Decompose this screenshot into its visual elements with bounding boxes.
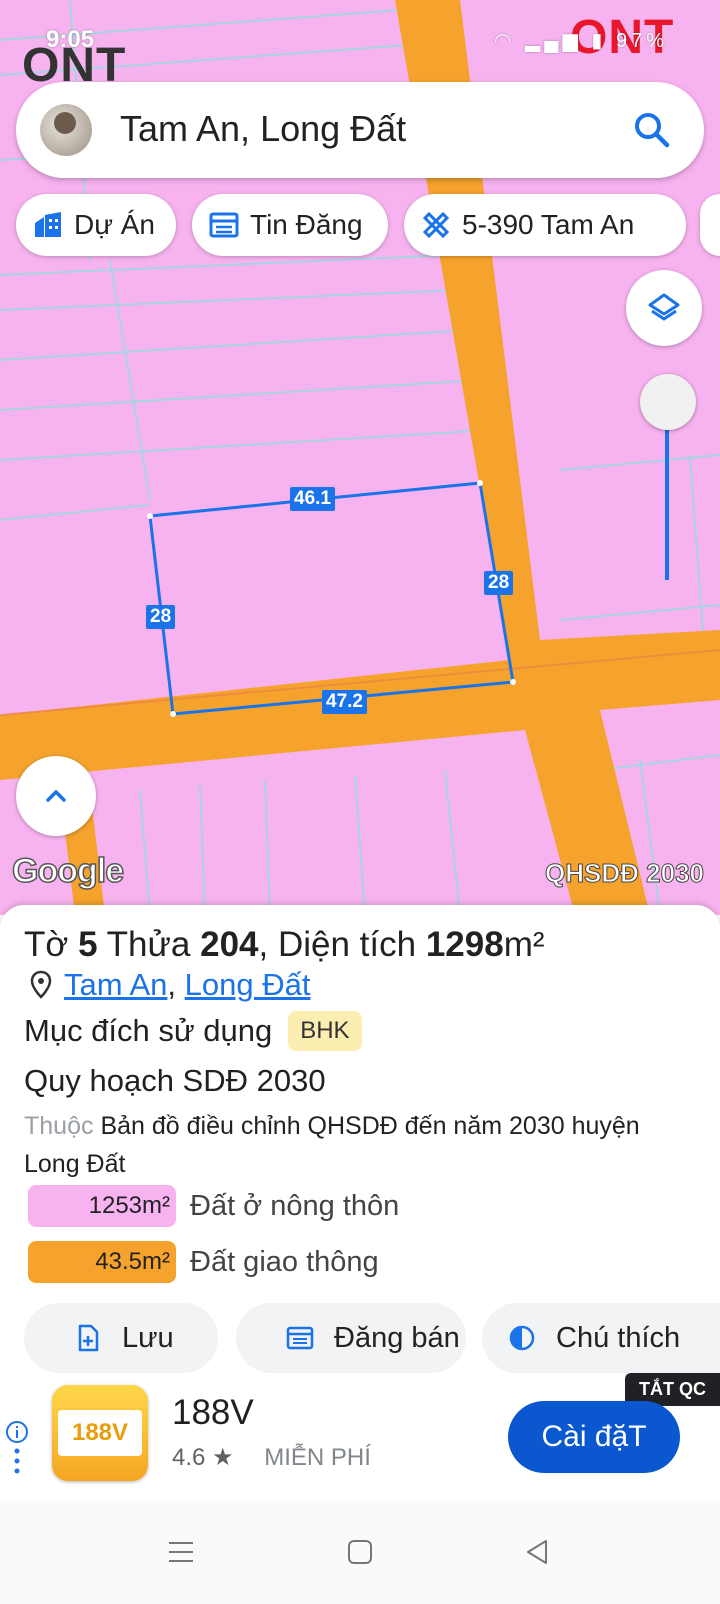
layers-icon	[648, 293, 680, 321]
chip-overflow[interactable]	[700, 194, 720, 256]
ad-info-icon[interactable]	[4, 1421, 30, 1477]
purpose-label: Mục đích sử dụng	[24, 1013, 273, 1048]
home-icon[interactable]	[345, 1537, 375, 1567]
plan-description-prefix: Thuộc	[24, 1112, 94, 1140]
avatar[interactable]	[40, 104, 92, 156]
opacity-slider-track[interactable]	[665, 420, 669, 580]
chip-label: 5-390 Tam An	[462, 209, 635, 240]
parcel-dimension-bottom: 47.2	[322, 690, 367, 714]
search-bar[interactable]: Tam An, Long Đất	[16, 82, 704, 178]
app-meta: 4.6 ★ MIỄN PHÍ	[172, 1443, 371, 1472]
legend-label: Chú thích	[556, 1321, 681, 1354]
plan-description-text: Bản đồ điều chỉnh QHSDĐ đến năm 2030 huy…	[24, 1112, 640, 1178]
back-icon[interactable]	[522, 1537, 552, 1567]
save-label: Lưu	[122, 1321, 174, 1354]
signal-icon: ▂▄▆	[524, 30, 582, 52]
search-input[interactable]: Tam An, Long Đất	[120, 108, 406, 150]
legend-button[interactable]: Chú thích	[482, 1303, 720, 1373]
plan-title: Quy hoạch SDĐ 2030	[24, 1063, 326, 1098]
district-link[interactable]: Long Đất	[185, 967, 311, 1003]
parcel-info-sheet: Tờ 5 Thửa 204, Diện tích 1298m² Tam An, …	[0, 905, 720, 1384]
chevron-up-icon	[46, 790, 66, 802]
parcel-dimension-top: 46.1	[290, 487, 335, 511]
post-listing-icon	[286, 1326, 314, 1350]
status-time: 9:05	[46, 26, 95, 53]
battery-icon: ▮	[591, 30, 607, 52]
area-unit: m²	[503, 925, 545, 964]
app-name: 188V	[172, 1393, 254, 1432]
map-plan-label: QHSDĐ 2030	[545, 858, 705, 889]
save-file-icon	[78, 1324, 99, 1352]
location-row: Tam An, Long Đất	[24, 967, 310, 1003]
wifi-icon: ◠	[493, 30, 516, 52]
legend-contrast-icon	[509, 1325, 535, 1351]
status-icons: ◠ ▂▄▆ ▮ 97%	[494, 28, 668, 53]
plan-description: Thuộc Bản đồ điều chỉnh QHSDĐ đến năm 20…	[24, 1107, 684, 1183]
layers-button[interactable]	[626, 270, 702, 346]
area-label: Đất ở nông thôn	[190, 1189, 400, 1222]
battery-level: 97%	[615, 30, 668, 52]
sheet-prefix: Tờ	[24, 925, 69, 964]
chip-parcel-code[interactable]: 5-390 Tam An	[404, 194, 686, 256]
app-icon[interactable]: 188V	[52, 1385, 148, 1481]
lot-number: 204	[200, 925, 259, 964]
area-prefix: , Diện tích	[258, 925, 417, 964]
map-view[interactable]: 46.1 28 47.2 28 ONT ONT 9:05 ◠ ▂▄▆ ▮ 97%…	[0, 0, 720, 915]
expand-sheet-button[interactable]	[16, 756, 96, 836]
parcel-dimension-right: 28	[484, 571, 514, 595]
area-value: 1298	[425, 925, 504, 964]
app-price: MIỄN PHÍ	[264, 1444, 371, 1471]
sheet-number: 5	[78, 925, 98, 964]
recent-apps-icon[interactable]	[166, 1537, 196, 1567]
system-nav-bar	[0, 1501, 720, 1604]
parcel-title: Tờ 5 Thửa 204, Diện tích 1298m²	[24, 925, 545, 965]
area-label: Đất giao thông	[190, 1245, 379, 1278]
save-button[interactable]: Lưu	[24, 1303, 218, 1373]
building-icon	[35, 212, 61, 237]
opacity-slider-thumb[interactable]	[640, 374, 696, 430]
post-sale-button[interactable]: Đăng bán	[236, 1303, 466, 1373]
chip-label: Tin Đăng	[250, 209, 363, 240]
google-logo: Google	[11, 851, 125, 891]
install-button[interactable]: Cài đặT	[508, 1401, 680, 1473]
lot-prefix: Thửa	[106, 925, 191, 964]
listing-icon	[209, 212, 239, 238]
area-swatch: 1253m²	[28, 1185, 176, 1227]
parcel-dimension-left: 28	[146, 605, 176, 629]
chip-tin-dang[interactable]: Tin Đăng	[192, 194, 388, 256]
area-row-residential: 1253m² Đất ở nông thôn	[28, 1183, 399, 1229]
app-rating: 4.6 ★	[172, 1444, 234, 1471]
location-pin-icon	[30, 970, 52, 999]
purpose-row: Mục đích sử dụng BHK	[24, 1011, 362, 1051]
ward-link[interactable]: Tam An	[64, 967, 167, 1003]
status-bar: 9:05 ◠ ▂▄▆ ▮ 97%	[0, 26, 720, 62]
chip-label: Dự Án	[74, 209, 155, 240]
search-icon[interactable]	[632, 110, 672, 150]
purpose-code-badge: BHK	[288, 1011, 362, 1051]
post-sale-label: Đăng bán	[334, 1321, 460, 1354]
location-separator: ,	[167, 967, 185, 1002]
app-icon-logo: 188V	[58, 1410, 142, 1456]
ruler-icon	[422, 211, 450, 239]
area-swatch: 43.5m²	[28, 1241, 176, 1283]
area-row-traffic: 43.5m² Đất giao thông	[28, 1239, 379, 1285]
ad-banner[interactable]: TẮT QC 188V 188V 4.6 ★ MIỄN PHÍ Cài đặT	[0, 1373, 720, 1501]
chip-du-an[interactable]: Dự Án	[16, 194, 176, 256]
